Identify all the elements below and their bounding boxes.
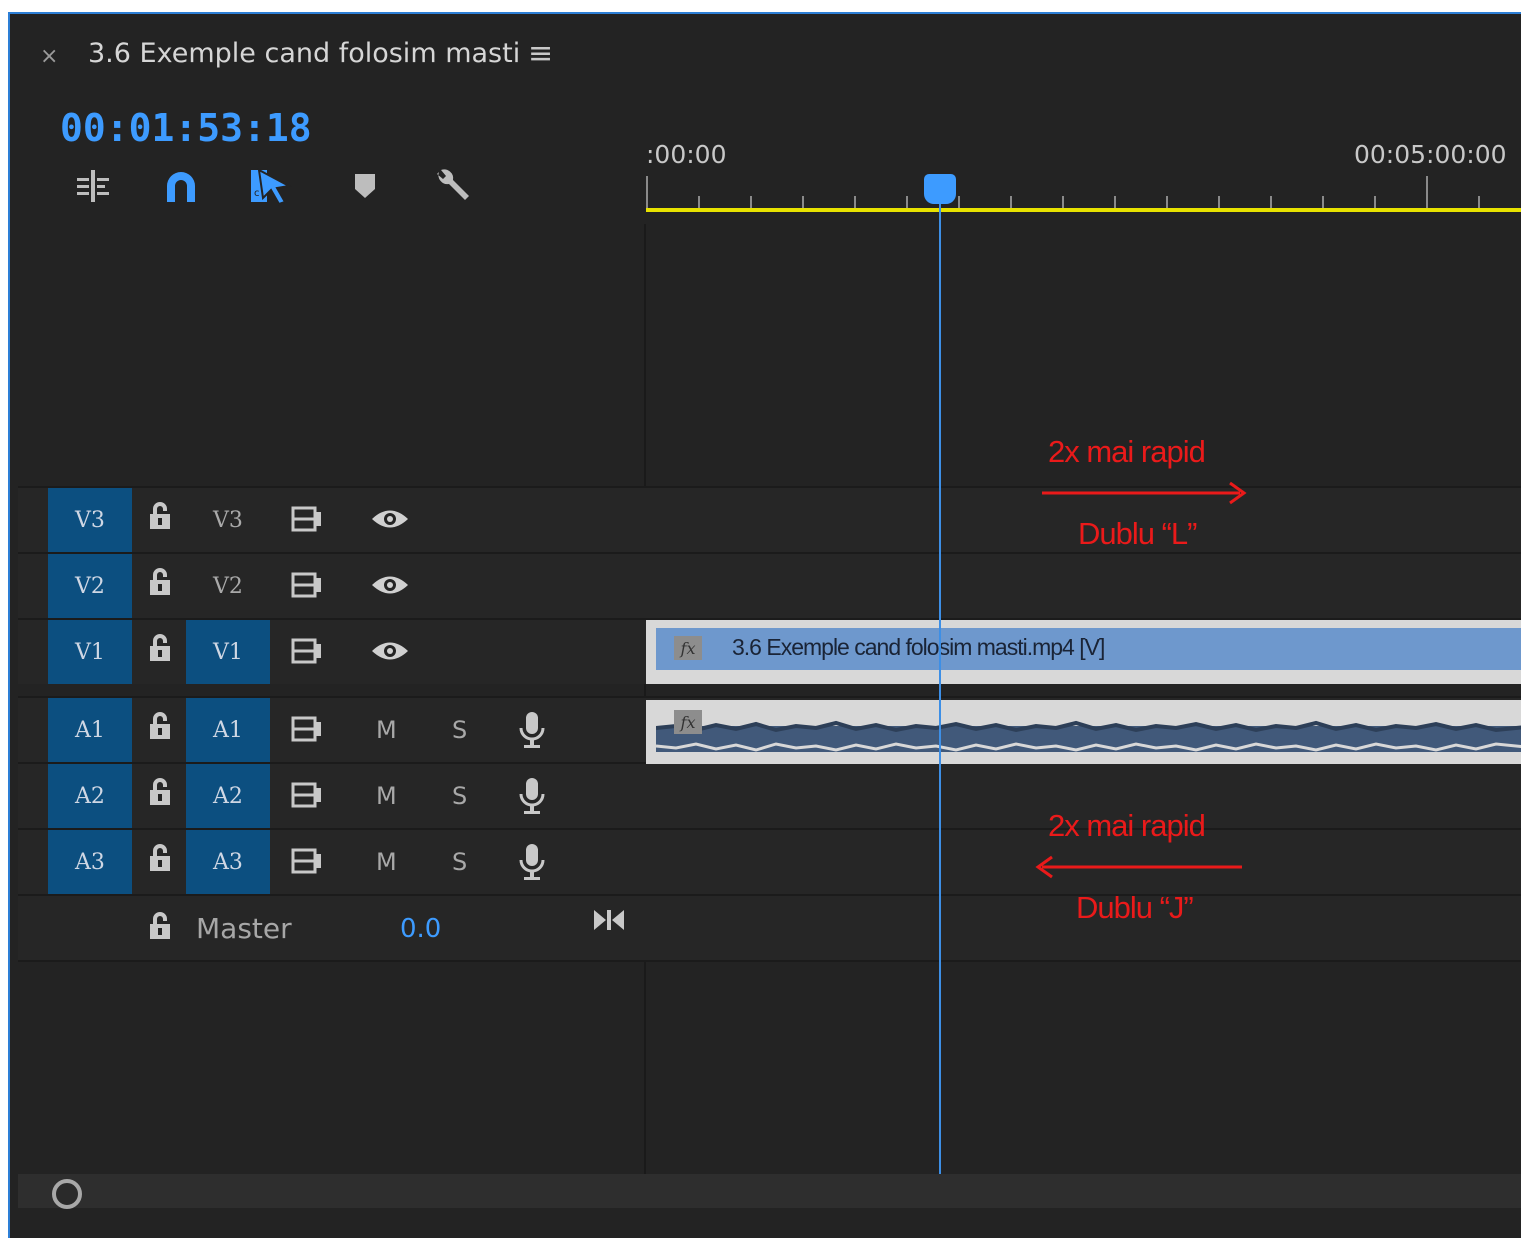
source-patch-v3[interactable]: V3 [48,488,132,552]
target-v3[interactable]: V3 [186,488,270,552]
mute-button[interactable]: M [376,782,397,810]
track-row-a2: A2 A2 M S [18,762,1521,828]
master-volume-value[interactable]: 0.0 [400,914,441,944]
track-row-master: Master 0.0 [18,894,1521,962]
lock-icon[interactable] [148,912,178,946]
horizontal-zoom-scrollbar[interactable] [18,1174,1521,1208]
source-patch-v1[interactable]: V1 [48,620,132,684]
source-patch-v2[interactable]: V2 [48,554,132,618]
work-area-bar[interactable] [646,208,1521,212]
annotation-backward-subtitle: Dublu “J” [1076,890,1194,925]
target-v2[interactable]: V2 [186,554,270,618]
close-tab-icon[interactable]: × [40,44,58,69]
insert-nest-icon[interactable] [68,164,118,208]
solo-button[interactable]: S [452,782,467,810]
playhead-timecode[interactable]: 00:01:53:18 [60,106,312,150]
lock-icon[interactable] [148,712,178,746]
eye-icon[interactable] [370,572,410,602]
lock-icon[interactable] [148,568,178,602]
audio-clip[interactable]: fx [646,700,1521,764]
target-a2[interactable]: A2 [186,764,270,828]
time-ruler[interactable] [646,174,1521,208]
source-patch-a3[interactable]: A3 [48,830,132,894]
video-clip-label: 3.6 Exemple cand folosim masti.mp4 [V] [732,634,1105,660]
timeline-panel: × 3.6 Exemple cand folosim masti ≡ 00:01… [8,12,1521,1238]
solo-button[interactable]: S [452,848,467,876]
microphone-icon[interactable] [518,776,546,820]
solo-button[interactable]: S [452,716,467,744]
source-patch-a1[interactable]: A1 [48,698,132,762]
microphone-icon[interactable] [518,710,546,754]
annotation-forward-title: 2x mai rapid [1048,434,1206,469]
track-row-v2: V2 V2 [18,552,1521,618]
lock-icon[interactable] [148,634,178,668]
sync-lock-icon[interactable] [290,570,326,604]
annotation-backward-title: 2x mai rapid [1048,808,1206,843]
lock-icon[interactable] [148,844,178,878]
playhead-line[interactable] [939,190,941,1174]
source-patch-a2[interactable]: A2 [48,764,132,828]
eye-icon[interactable] [370,638,410,668]
sync-lock-icon[interactable] [290,714,326,748]
video-clip[interactable]: fx 3.6 Exemple cand folosim masti.mp4 [V… [646,620,1521,684]
ruler-start-label: :00:00 [646,140,727,169]
sync-lock-icon[interactable] [290,504,326,538]
go-to-edit-point-icon[interactable] [592,906,626,938]
mute-button[interactable]: M [376,848,397,876]
add-marker-icon[interactable] [340,164,390,208]
fx-badge[interactable]: fx [674,636,702,660]
target-a3[interactable]: A3 [186,830,270,894]
target-v1[interactable]: V1 [186,620,270,684]
annotation-forward-subtitle: Dublu “L” [1078,516,1197,551]
microphone-icon[interactable] [518,842,546,886]
panel-menu-icon[interactable]: ≡ [528,36,553,71]
arrow-left-icon [1035,855,1242,879]
lock-icon[interactable] [148,502,178,536]
sync-lock-icon[interactable] [290,636,326,670]
sequence-tab-title[interactable]: 3.6 Exemple cand folosim masti [88,38,520,69]
settings-wrench-icon[interactable] [428,164,478,208]
playhead-handle[interactable] [924,174,956,204]
arrow-right-icon [1042,481,1247,505]
linked-selection-icon[interactable]: c [246,164,296,208]
mute-button[interactable]: M [376,716,397,744]
ruler-end-label: 00:05:00:00 [1354,140,1507,169]
svg-text:c: c [254,188,260,199]
track-row-v3: V3 V3 [18,486,1521,552]
audio-waveform [656,720,1521,752]
track-row-a3: A3 A3 M S [18,828,1521,894]
eye-icon[interactable] [370,506,410,536]
master-label: Master [196,912,292,945]
sync-lock-icon[interactable] [290,846,326,880]
lock-icon[interactable] [148,778,178,812]
sync-lock-icon[interactable] [290,780,326,814]
target-a1[interactable]: A1 [186,698,270,762]
fx-badge[interactable]: fx [674,710,702,734]
snap-magnet-icon[interactable] [156,164,206,208]
zoom-scroll-handle[interactable] [52,1179,82,1209]
